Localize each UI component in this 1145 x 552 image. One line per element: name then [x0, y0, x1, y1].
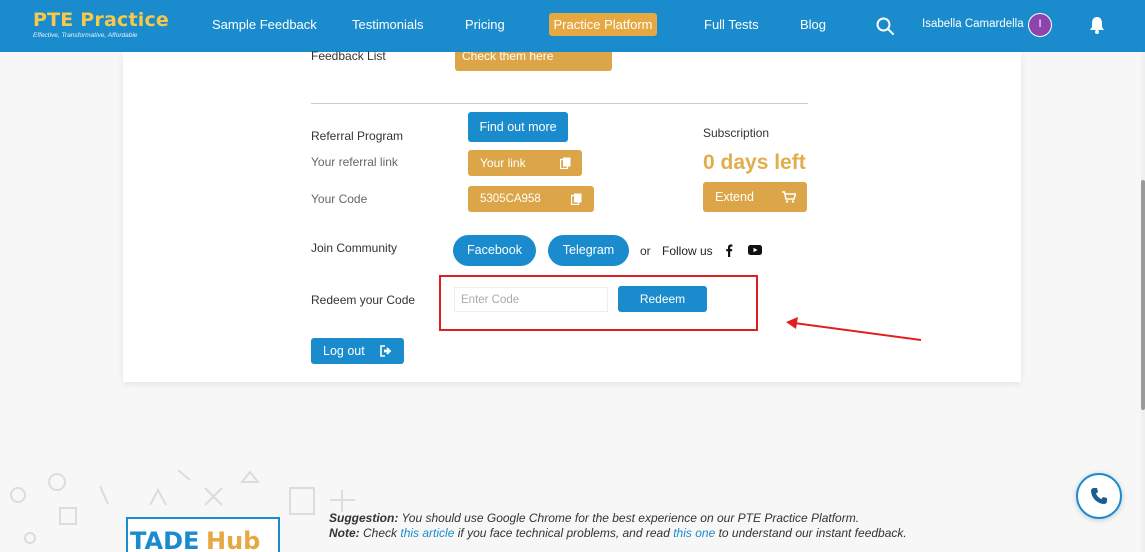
your-link-label: Your link: [480, 156, 526, 170]
logout-label: Log out: [323, 344, 365, 358]
check-feedback-label: Check them here: [462, 52, 554, 63]
extend-label: Extend: [715, 190, 754, 204]
tade-logo-left: TADE: [130, 527, 200, 552]
logo[interactable]: PTE Practice Effective, Transformative, …: [33, 9, 169, 39]
your-code-value: 5305CA958: [480, 193, 541, 205]
youtube-icon[interactable]: [748, 245, 762, 255]
logout-button[interactable]: Log out: [311, 338, 404, 364]
copy-icon: [571, 193, 582, 205]
divider: [311, 103, 808, 104]
your-code-button[interactable]: 5305CA958: [468, 186, 594, 212]
your-link-button[interactable]: Your link: [468, 150, 582, 176]
user-name[interactable]: Isabella Camardella: [922, 18, 1024, 30]
subscription-label: Subscription: [703, 126, 770, 140]
call-button[interactable]: [1076, 473, 1122, 519]
nav-sample-feedback[interactable]: Sample Feedback: [212, 17, 317, 32]
nav-pricing[interactable]: Pricing: [465, 17, 505, 32]
tade-logo-right: Hub: [206, 527, 261, 552]
article-link[interactable]: this article: [400, 526, 454, 540]
logout-icon: [380, 345, 392, 357]
logo-title: PTE Practice: [33, 9, 170, 31]
nav-practice-platform[interactable]: Practice Platform: [549, 13, 657, 36]
suggestion-text: You should use Google Chrome for the bes…: [401, 511, 860, 525]
nav-full-tests[interactable]: Full Tests: [704, 17, 759, 32]
join-community-label: Join Community: [311, 241, 398, 255]
facebook-button[interactable]: Facebook: [453, 235, 536, 266]
feedback-list-label: Feedback List: [311, 49, 386, 63]
referral-program-label: Referral Program: [311, 129, 404, 143]
suggestion-line: Suggestion: You should use Google Chrome…: [329, 511, 907, 526]
copy-icon: [560, 157, 571, 169]
note-mid: if you face technical problems, and read: [457, 526, 670, 540]
note-pre: Check: [363, 526, 398, 540]
bell-icon[interactable]: [1087, 15, 1107, 35]
check-feedback-button[interactable]: Check them here: [455, 52, 612, 71]
facebook-icon[interactable]: [725, 244, 733, 257]
note-line: Note: Check this article if you face tec…: [329, 526, 907, 541]
phone-icon: [1091, 488, 1107, 504]
scrollbar-thumb[interactable]: [1141, 180, 1145, 410]
nav-blog[interactable]: Blog: [800, 17, 826, 32]
find-out-more-button[interactable]: Find out more: [468, 112, 568, 142]
telegram-button[interactable]: Telegram: [548, 235, 629, 266]
follow-us-text: Follow us: [662, 244, 713, 258]
redeem-label: Redeem your Code: [311, 293, 416, 307]
tade-hub-logo[interactable]: TADE Hub: [126, 517, 280, 552]
cart-icon: [782, 191, 796, 203]
note-post: to understand our instant feedback.: [718, 526, 907, 540]
search-icon[interactable]: [875, 16, 895, 36]
or-text: or: [640, 244, 651, 258]
referral-link-label: Your referral link: [311, 155, 398, 169]
annotation-arrow: [786, 317, 922, 341]
suggestion-label: Suggestion:: [329, 511, 399, 525]
days-left: 0 days left: [703, 151, 806, 174]
highlight-box: [439, 275, 758, 331]
note-label: Note:: [329, 526, 360, 540]
feedback-link[interactable]: this one: [673, 526, 715, 540]
your-code-label: Your Code: [311, 192, 368, 206]
top-navbar: PTE Practice Effective, Transformative, …: [0, 0, 1145, 52]
logo-tagline: Effective, Transformative, Affordable: [33, 32, 138, 39]
footer-notes: Suggestion: You should use Google Chrome…: [329, 511, 907, 541]
nav-testimonials[interactable]: Testimonials: [352, 17, 424, 32]
extend-button[interactable]: Extend: [703, 182, 807, 212]
avatar[interactable]: I: [1028, 13, 1052, 37]
